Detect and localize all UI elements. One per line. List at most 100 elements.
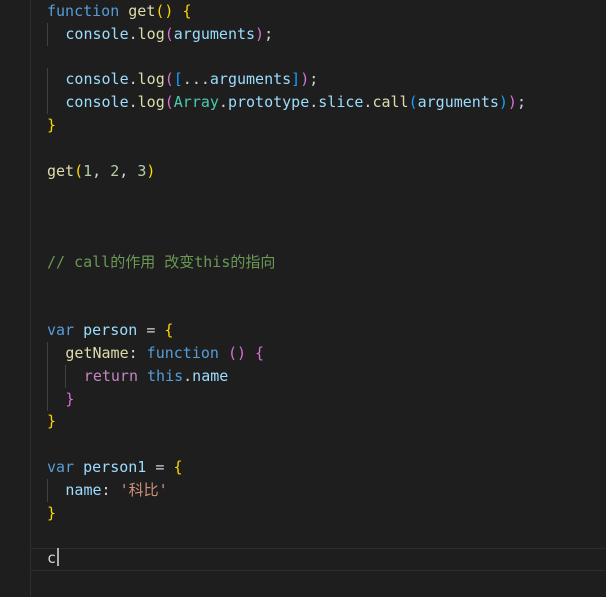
code-token: }: [65, 389, 75, 408]
code-token: get: [47, 161, 75, 180]
code-token: .: [218, 93, 228, 112]
current-line-highlight: [30, 548, 606, 571]
code-token: log: [137, 93, 165, 112]
code-token: }: [47, 412, 57, 431]
code-token: log: [137, 24, 165, 43]
code-token: arguments: [417, 93, 499, 112]
code-line[interactable]: }: [47, 502, 56, 525]
code-line[interactable]: console.log(Array.prototype.slice.call(a…: [65, 91, 526, 114]
code-token: prototype: [227, 93, 310, 112]
code-editor[interactable]: function get() {console.log(arguments); c…: [0, 0, 606, 597]
code-token: .: [309, 93, 319, 112]
code-token: return: [83, 366, 138, 385]
indent-guide: [47, 22, 48, 46]
code-token: ,: [119, 161, 138, 180]
code-token: ): [498, 93, 508, 112]
code-line[interactable]: // call的作用 改变this的指向: [47, 251, 275, 274]
code-token: {: [164, 321, 174, 340]
indent-guide: [47, 342, 48, 365]
code-line[interactable]: }: [47, 410, 56, 433]
code-token: ]: [291, 70, 301, 89]
code-line[interactable]: console.log(arguments);: [65, 23, 273, 46]
code-token: }: [47, 116, 57, 134]
code-token: ,: [92, 161, 111, 180]
code-token: .: [183, 366, 193, 385]
code-token: console: [65, 70, 129, 89]
code-token: call: [372, 93, 409, 112]
code-line[interactable]: c: [47, 547, 60, 570]
gutter-divider: [30, 0, 31, 597]
code-token: name: [192, 366, 229, 385]
code-token: {: [182, 2, 192, 20]
code-token: function: [47, 2, 120, 20]
code-line[interactable]: }: [65, 388, 74, 411]
indent-guide: [47, 364, 48, 388]
indent-guide: [65, 364, 67, 388]
code-token: :: [128, 344, 147, 362]
code-line[interactable]: function get() {: [47, 0, 192, 23]
code-token: ): [300, 70, 310, 89]
code-token: [: [173, 70, 183, 89]
code-token: log: [137, 70, 165, 89]
indent-guide: [47, 68, 48, 92]
code-token: (: [74, 161, 84, 180]
code-token: arguments: [209, 70, 292, 89]
code-token: getName: [65, 344, 129, 362]
code-line[interactable]: console.log([...arguments]);: [65, 68, 318, 91]
code-token: get: [128, 2, 156, 20]
code-token: this: [147, 366, 184, 385]
code-token: ;: [264, 24, 274, 43]
code-line[interactable]: }: [47, 114, 56, 137]
code-token: ): [255, 24, 265, 43]
code-token: c: [47, 549, 57, 568]
code-token: (: [164, 70, 174, 89]
code-token: {: [173, 458, 183, 476]
code-token: (): [227, 344, 247, 362]
code-token: Array: [173, 93, 219, 112]
code-token: var: [47, 321, 75, 340]
indent-guide: [47, 91, 48, 115]
code-line[interactable]: get(1, 2, 3): [47, 160, 155, 183]
code-token: var: [47, 458, 75, 476]
code-token: .: [128, 93, 138, 112]
code-token: ;: [309, 70, 319, 89]
code-token: function: [146, 344, 219, 362]
code-token: ): [146, 161, 156, 180]
code-token: (): [155, 2, 174, 20]
code-token: // call的作用 改变this的指向: [47, 252, 276, 271]
code-token: =: [137, 321, 165, 340]
code-token: ...: [182, 70, 210, 89]
code-token: name: [65, 480, 102, 499]
code-token: ;: [516, 93, 526, 112]
text-cursor: [57, 548, 60, 567]
code-token: (: [408, 93, 418, 112]
code-token: arguments: [173, 24, 256, 43]
code-token: 2: [110, 161, 120, 180]
code-token: .: [128, 24, 138, 43]
code-token: slice: [318, 93, 364, 112]
indent-guide: [47, 387, 48, 411]
code-token: console: [65, 24, 129, 43]
code-line[interactable]: getName: function () {: [65, 342, 264, 365]
indent-guide: [47, 478, 48, 502]
code-token: (: [164, 24, 174, 43]
code-token: 1: [83, 161, 93, 180]
code-line[interactable]: var person1 = {: [47, 456, 182, 479]
code-token: }: [47, 503, 57, 522]
code-token: 3: [137, 161, 147, 180]
code-token: ): [507, 93, 517, 112]
code-line[interactable]: var person = {: [47, 319, 173, 342]
code-token: person: [83, 321, 138, 340]
code-token: .: [128, 70, 138, 89]
code-token: console: [65, 93, 129, 112]
code-line[interactable]: name: '科比': [65, 479, 167, 502]
code-token: :: [101, 480, 120, 499]
code-token: (: [164, 93, 174, 112]
code-token: '科比': [119, 480, 168, 499]
code-line[interactable]: return this.name: [84, 365, 229, 388]
